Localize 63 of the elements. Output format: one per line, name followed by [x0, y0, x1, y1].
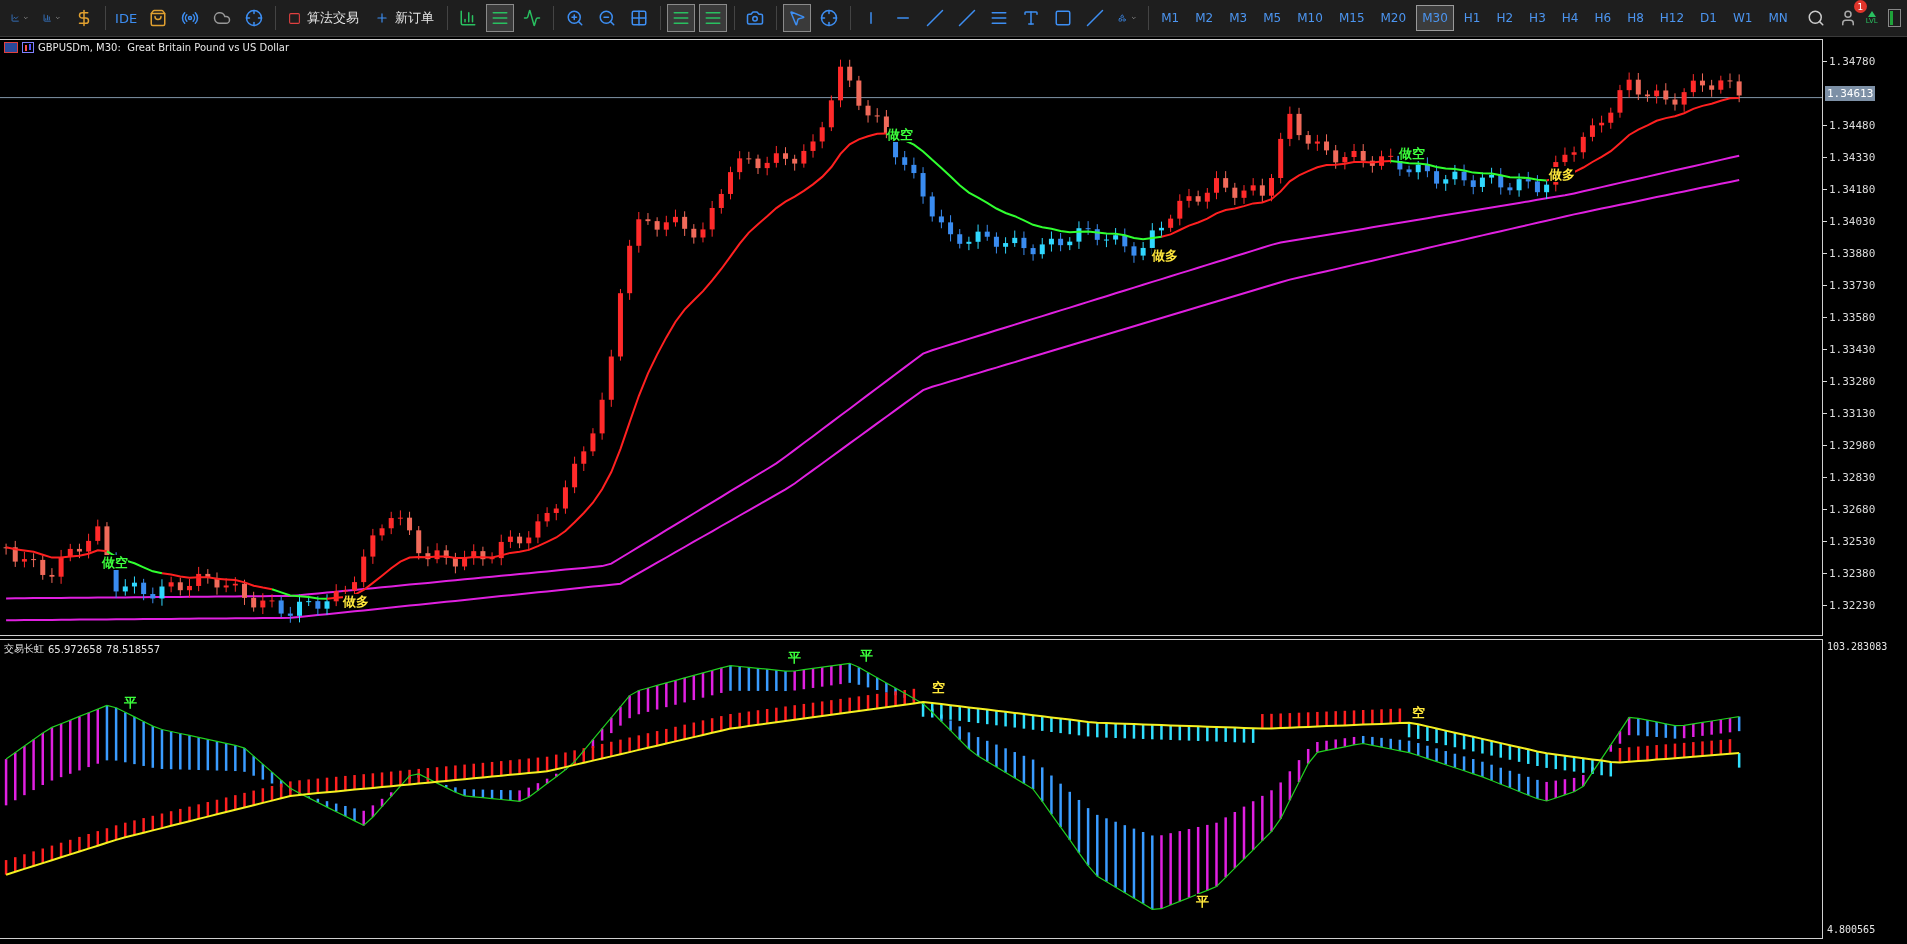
timeframe-button[interactable]: H1	[1457, 5, 1487, 31]
price-tick: 1.32680	[1829, 502, 1876, 516]
price-tick: 1.32830	[1829, 470, 1876, 484]
price-tick: 1.34180	[1829, 182, 1876, 196]
connection-meter	[1887, 9, 1901, 27]
chart-title: GBPUSDm, M30: Great Britain Pound vs US Dollar	[38, 42, 290, 53]
timeframe-button[interactable]: H2	[1490, 5, 1520, 31]
signal-label: 空	[931, 680, 945, 696]
price-tick: 1.34330	[1829, 150, 1876, 164]
signal-label: 做多	[342, 593, 369, 609]
axis-max-label: 103.283083	[1826, 641, 1889, 652]
price-tick: 1.34480	[1829, 118, 1876, 132]
timeframe-button[interactable]: M2	[1189, 5, 1220, 31]
indicator-name: 交易长虹	[4, 642, 44, 656]
current-price-tag: 1.34613	[1825, 85, 1876, 101]
timeframe-button[interactable]: MN	[1762, 5, 1794, 31]
timeframe-button[interactable]: H4	[1555, 5, 1585, 31]
signal-label: 做空	[1398, 146, 1425, 162]
timeframe-button[interactable]: M30	[1416, 5, 1454, 31]
timeframe-button[interactable]: H3	[1523, 5, 1552, 31]
timeframe-button[interactable]: M5	[1257, 5, 1288, 31]
price-tick: 1.32230	[1829, 598, 1876, 612]
indicator-value: 65.972658	[48, 643, 103, 655]
price-tick: 1.32530	[1829, 534, 1876, 548]
price-tick: 1.33880	[1829, 246, 1876, 260]
plus-icon	[375, 11, 390, 25]
timeframe-button[interactable]: M20	[1374, 5, 1413, 31]
signal-label: 做空	[102, 554, 129, 570]
timeframe-button[interactable]: H6	[1588, 5, 1618, 31]
price-tick: 1.32980	[1829, 438, 1876, 452]
indicator-value: 78.518557	[106, 643, 161, 655]
timeframe-button[interactable]: M10	[1291, 5, 1329, 31]
timeframe-button[interactable]: D1	[1694, 5, 1723, 31]
notification-badge: 1	[1853, 0, 1867, 13]
signal-label: 平	[124, 694, 138, 710]
chart-window-icon	[4, 42, 18, 53]
new-order-button[interactable]: 新订单	[369, 4, 441, 32]
timeframe-button[interactable]: M3	[1223, 5, 1254, 31]
signal-label: 做多	[1151, 248, 1178, 264]
bar-chart-icon	[22, 42, 34, 53]
signal-label: 空	[1412, 704, 1425, 720]
price-tick: 1.33430	[1829, 342, 1876, 356]
price-tick: 1.33280	[1829, 374, 1876, 388]
price-tick: 1.33580	[1829, 310, 1876, 324]
price-tick: 1.34780	[1829, 54, 1876, 68]
cursor-icon[interactable]	[783, 4, 811, 32]
price-tick: 1.33730	[1829, 278, 1876, 292]
signal-label: 平	[859, 647, 873, 663]
algo-trading-button[interactable]: 算法交易	[282, 4, 366, 32]
timeframe-button[interactable]: H12	[1653, 5, 1691, 31]
signal-label: 平	[1195, 894, 1209, 910]
price-tick: 1.32380	[1829, 566, 1876, 580]
stop-square-icon	[288, 11, 302, 25]
timeframe-button[interactable]: H8	[1621, 5, 1650, 31]
price-tick: 1.33130	[1829, 406, 1876, 420]
axis-min-label: 4.800565	[1826, 924, 1877, 935]
timeframe-button[interactable]: W1	[1726, 5, 1759, 31]
timeframe-button[interactable]: M15	[1332, 5, 1371, 31]
ide-button[interactable]: IDE	[112, 4, 141, 32]
signal-label: 平	[788, 649, 802, 665]
timeframe-button[interactable]: M1	[1155, 5, 1186, 31]
price-tick: 1.34030	[1829, 214, 1876, 228]
signal-label: 做多	[1549, 166, 1576, 182]
